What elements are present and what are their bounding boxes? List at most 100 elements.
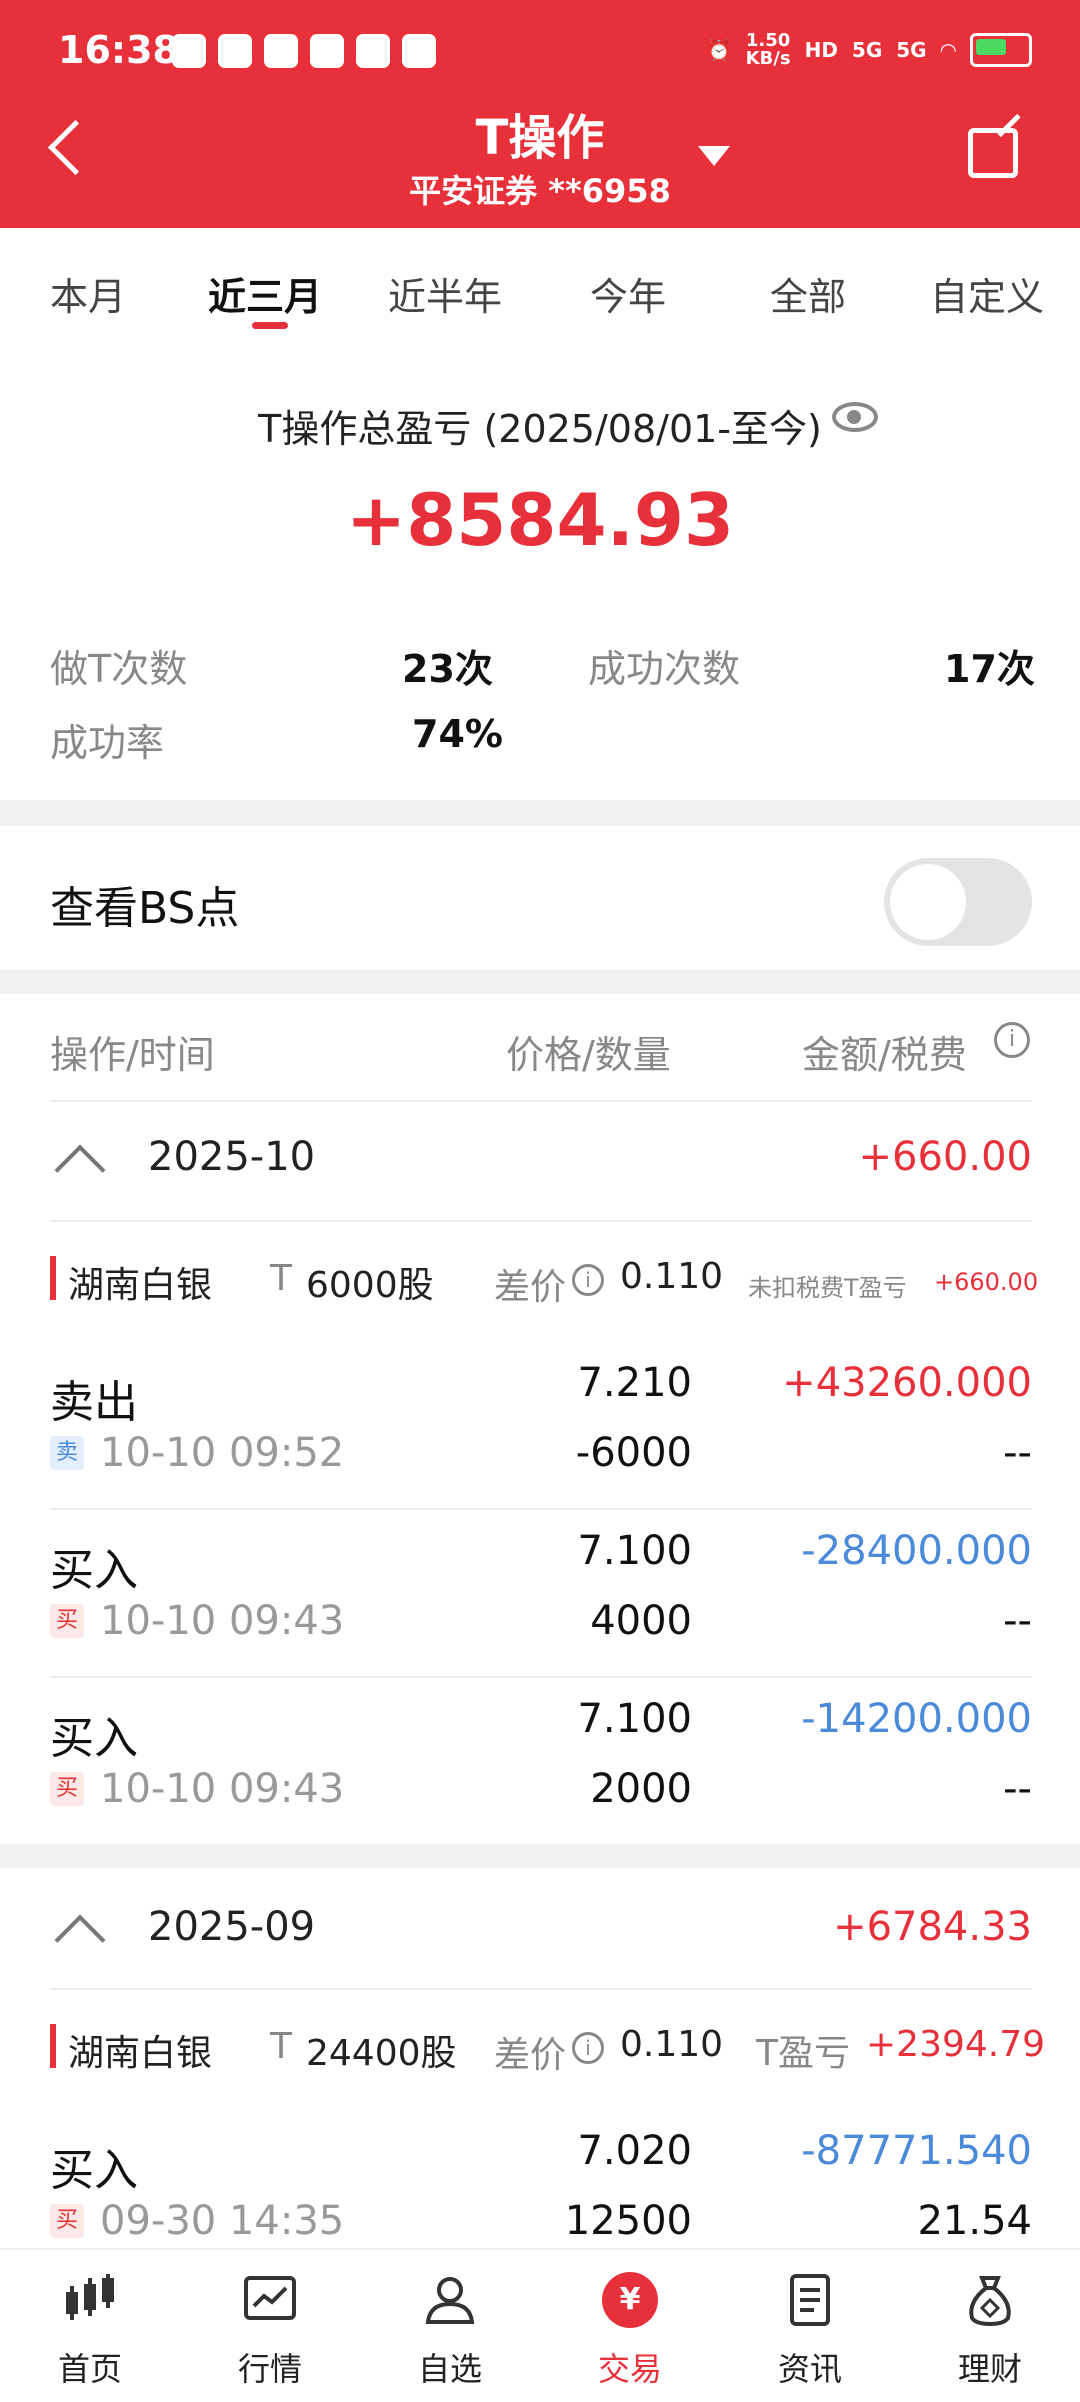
- nav-market[interactable]: 行情: [180, 2250, 360, 2402]
- trade-qty: 12500: [564, 2198, 692, 2244]
- trade-amount: -87771.540: [801, 2128, 1032, 2174]
- stock-marker: [50, 1256, 56, 1300]
- system-status: ⏰ 1.50 KB/s HD 5G 5G ◠: [707, 32, 1032, 68]
- pl-label: 未扣税费T盈亏: [748, 1274, 907, 1302]
- nav-label: 自选: [417, 2350, 482, 2388]
- bs-point-label: 查看BS点: [50, 883, 240, 934]
- divider: [50, 1988, 1032, 1990]
- stock-name: 湖南白银: [68, 2033, 213, 2074]
- rate-label: 成功率: [50, 721, 165, 765]
- trade-qty: 2000: [590, 1766, 692, 1812]
- page-title[interactable]: T操作: [0, 98, 1080, 168]
- divider: [50, 1100, 1032, 1102]
- diff-label: 差价: [494, 1267, 567, 1308]
- divider: [50, 1676, 1032, 1678]
- trade-price: 7.100: [577, 1696, 692, 1742]
- buy-badge: 买: [50, 2204, 84, 2238]
- active-tab-indicator: [252, 322, 288, 329]
- nav-label: 交易: [597, 2350, 662, 2388]
- chevron-down-icon[interactable]: [698, 146, 730, 166]
- trade-amount: -14200.000: [801, 1696, 1032, 1742]
- info-icon[interactable]: i: [572, 2032, 604, 2064]
- trade-fee: 21.54: [917, 2198, 1032, 2244]
- count-label: 做T次数: [50, 647, 188, 691]
- account-subtitle[interactable]: 平安证券 **6958: [0, 166, 1080, 212]
- diff-label: 差价: [494, 2035, 567, 2076]
- trade-time: 10-10 09:43: [100, 1598, 345, 1644]
- month-amount: +6784.33: [833, 1904, 1032, 1950]
- summary-card: T操作总盈亏 (2025/08/01-至今) +8584.93 做T次数 23次…: [0, 348, 1080, 800]
- trade-qty: -6000: [575, 1430, 692, 1476]
- bs-point-row: 查看BS点: [0, 826, 1080, 970]
- period-tabs: 本月 近三月 近半年 今年 全部 自定义: [0, 228, 1080, 348]
- divider: [50, 1508, 1032, 1510]
- summary-title: T操作总盈亏 (2025/08/01-至今): [258, 407, 822, 451]
- trade-price: 7.020: [577, 2128, 692, 2174]
- trade-time: 10-10 09:43: [100, 1766, 345, 1812]
- divider: [50, 1220, 1032, 1222]
- eye-icon[interactable]: [832, 402, 878, 432]
- tab-last-three-months[interactable]: 近三月: [208, 266, 322, 321]
- nav-label: 首页: [57, 2350, 122, 2388]
- trade-amount: +43260.000: [782, 1360, 1032, 1406]
- stock-name: 湖南白银: [68, 1265, 213, 1306]
- weather-icon: [356, 34, 390, 68]
- trade-fee: --: [1003, 1598, 1032, 1644]
- net-speed: 1.50 KB/s: [745, 30, 791, 69]
- trade-time: 09-30 14:35: [100, 2198, 345, 2244]
- trade-op: 买入: [50, 2145, 138, 2196]
- share-icon[interactable]: [968, 128, 1018, 178]
- nav-news[interactable]: 资讯: [720, 2250, 900, 2402]
- bs-point-toggle[interactable]: [884, 858, 1032, 946]
- nav-watchlist[interactable]: 自选: [360, 2250, 540, 2402]
- app-notification-icon: [264, 34, 298, 68]
- pl-value: +660.00: [934, 1268, 1039, 1296]
- signal-icon: 5G: [896, 38, 927, 62]
- col-op-time: 操作/时间: [50, 1033, 215, 1077]
- nav-trade[interactable]: ¥ 交易: [540, 2250, 720, 2402]
- tab-this-year[interactable]: 今年: [590, 266, 666, 321]
- pl-label: T盈亏: [756, 2033, 850, 2074]
- document-icon: [790, 2274, 830, 2326]
- trade-list-group: 2025-09 +6784.33 湖南白银 T 24400股 差价 i 0.11…: [0, 1868, 1080, 2248]
- diff-value: 0.110: [620, 1256, 724, 1297]
- trade-time: 10-10 09:52: [100, 1430, 345, 1476]
- trade-fee: --: [1003, 1430, 1032, 1476]
- sell-badge: 卖: [50, 1436, 84, 1470]
- info-icon[interactable]: i: [994, 1022, 1030, 1058]
- chevron-up-icon[interactable]: [54, 1144, 106, 1196]
- month-label[interactable]: 2025-09: [148, 1904, 315, 1950]
- wechat-icon: [218, 34, 252, 68]
- shares-count: 24400股: [306, 2033, 457, 2074]
- status-bar: 16:38 ⏰ 1.50 KB/s HD 5G 5G ◠: [0, 0, 1080, 100]
- candlestick-icon: [66, 2274, 114, 2320]
- nav-label: 资讯: [777, 2350, 842, 2388]
- col-amount-fee: 金额/税费: [802, 1033, 967, 1077]
- signal-icon: 5G: [851, 38, 883, 62]
- nav-wealth[interactable]: 理财: [900, 2250, 1080, 2402]
- tab-this-month[interactable]: 本月: [50, 266, 126, 321]
- diff-value: 0.110: [620, 2024, 724, 2065]
- tab-last-half-year[interactable]: 近半年: [388, 266, 502, 321]
- trade-list: 操作/时间 价格/数量 金额/税费 i 2025-10 +660.00 湖南白银…: [0, 994, 1080, 1844]
- trade-op: 买入: [50, 1545, 138, 1596]
- money-bag-icon: [969, 2276, 1011, 2327]
- tab-all[interactable]: 全部: [770, 266, 846, 321]
- success-value: 17次: [944, 647, 1035, 691]
- info-icon[interactable]: i: [572, 1264, 604, 1296]
- trade-amount: -28400.000: [801, 1528, 1032, 1574]
- app-header: 16:38 ⏰ 1.50 KB/s HD 5G 5G ◠ T操作 平安证券 **6…: [0, 0, 1080, 228]
- pl-value: +2394.79: [866, 2024, 1046, 2065]
- nav-home[interactable]: 首页: [0, 2250, 180, 2402]
- notification-icons: [172, 34, 436, 68]
- chevron-up-icon[interactable]: [54, 1914, 106, 1966]
- month-label[interactable]: 2025-10: [148, 1134, 315, 1180]
- trade-op: 买入: [50, 1713, 138, 1764]
- alarm-icon: ⏰: [706, 38, 732, 62]
- shares-count: 6000股: [306, 1265, 434, 1306]
- t-label: T: [270, 1258, 292, 1299]
- app-notification-icon: [172, 34, 206, 68]
- t-label: T: [270, 2026, 292, 2067]
- tab-custom[interactable]: 自定义: [930, 266, 1044, 321]
- location-icon: [402, 34, 436, 68]
